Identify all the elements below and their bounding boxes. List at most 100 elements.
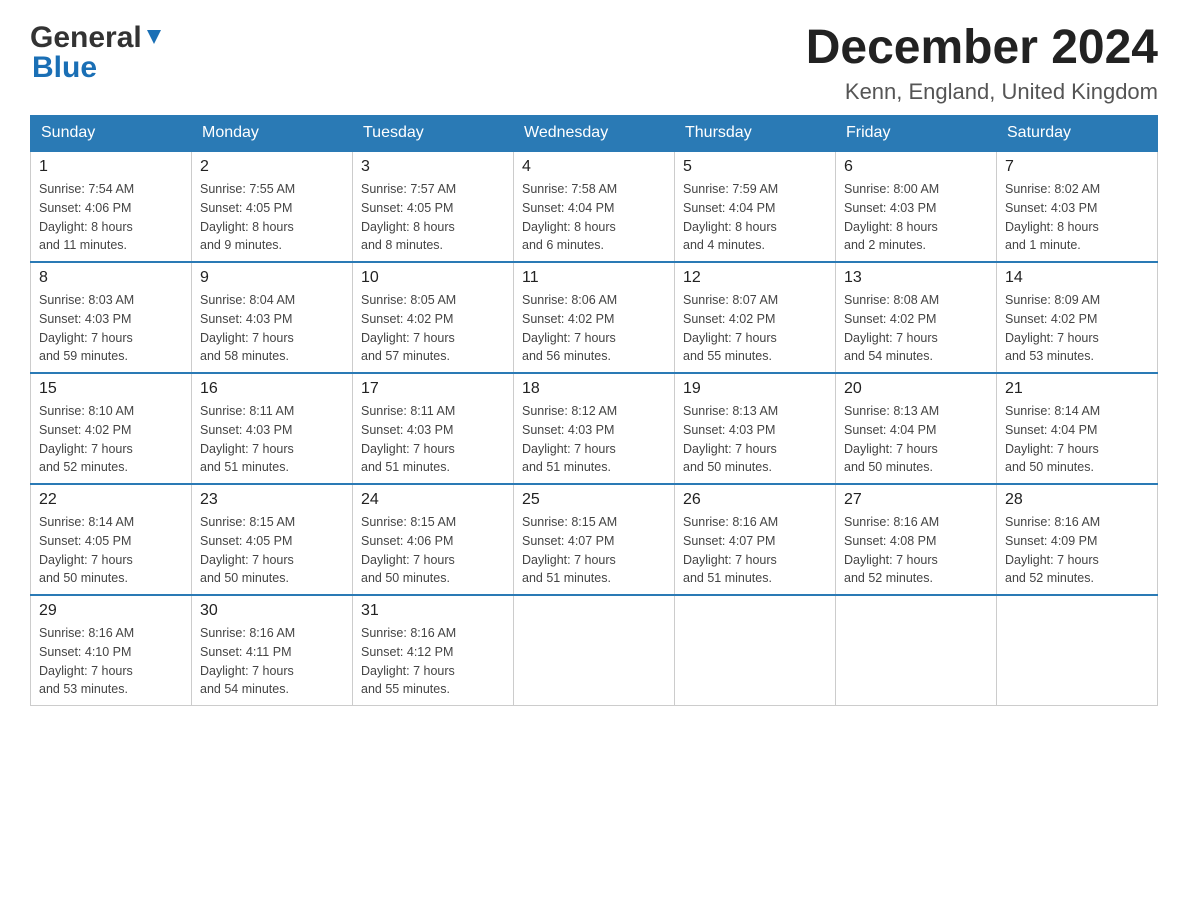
weekday-header-thursday: Thursday: [675, 116, 836, 152]
day-info: Sunrise: 8:10 AM Sunset: 4:02 PM Dayligh…: [39, 402, 183, 477]
empty-cell: [675, 595, 836, 706]
day-number: 9: [200, 269, 344, 287]
day-info: Sunrise: 8:07 AM Sunset: 4:02 PM Dayligh…: [683, 291, 827, 366]
day-number: 26: [683, 491, 827, 509]
day-number: 6: [844, 158, 988, 176]
day-info: Sunrise: 8:14 AM Sunset: 4:04 PM Dayligh…: [1005, 402, 1149, 477]
calendar-day-cell: 1 Sunrise: 7:54 AM Sunset: 4:06 PM Dayli…: [31, 151, 192, 262]
calendar-week-row: 15 Sunrise: 8:10 AM Sunset: 4:02 PM Dayl…: [31, 373, 1158, 484]
day-info: Sunrise: 8:11 AM Sunset: 4:03 PM Dayligh…: [200, 402, 344, 477]
empty-cell: [514, 595, 675, 706]
day-number: 1: [39, 158, 183, 176]
day-number: 5: [683, 158, 827, 176]
day-number: 21: [1005, 380, 1149, 398]
calendar-day-cell: 29 Sunrise: 8:16 AM Sunset: 4:10 PM Dayl…: [31, 595, 192, 706]
calendar-day-cell: 23 Sunrise: 8:15 AM Sunset: 4:05 PM Dayl…: [192, 484, 353, 595]
logo-arrow-icon: [145, 20, 163, 54]
day-number: 20: [844, 380, 988, 398]
day-number: 10: [361, 269, 505, 287]
calendar-day-cell: 9 Sunrise: 8:04 AM Sunset: 4:03 PM Dayli…: [192, 262, 353, 373]
day-number: 23: [200, 491, 344, 509]
day-info: Sunrise: 8:13 AM Sunset: 4:03 PM Dayligh…: [683, 402, 827, 477]
weekday-header-saturday: Saturday: [997, 116, 1158, 152]
day-info: Sunrise: 8:15 AM Sunset: 4:05 PM Dayligh…: [200, 513, 344, 588]
calendar-day-cell: 28 Sunrise: 8:16 AM Sunset: 4:09 PM Dayl…: [997, 484, 1158, 595]
day-info: Sunrise: 7:54 AM Sunset: 4:06 PM Dayligh…: [39, 180, 183, 255]
day-number: 7: [1005, 158, 1149, 176]
day-number: 14: [1005, 269, 1149, 287]
weekday-header-friday: Friday: [836, 116, 997, 152]
day-info: Sunrise: 8:08 AM Sunset: 4:02 PM Dayligh…: [844, 291, 988, 366]
day-info: Sunrise: 7:57 AM Sunset: 4:05 PM Dayligh…: [361, 180, 505, 255]
day-number: 27: [844, 491, 988, 509]
day-info: Sunrise: 8:16 AM Sunset: 4:11 PM Dayligh…: [200, 624, 344, 699]
calendar-day-cell: 5 Sunrise: 7:59 AM Sunset: 4:04 PM Dayli…: [675, 151, 836, 262]
day-number: 16: [200, 380, 344, 398]
calendar-day-cell: 24 Sunrise: 8:15 AM Sunset: 4:06 PM Dayl…: [353, 484, 514, 595]
day-number: 30: [200, 602, 344, 620]
calendar-day-cell: 31 Sunrise: 8:16 AM Sunset: 4:12 PM Dayl…: [353, 595, 514, 706]
calendar-week-row: 22 Sunrise: 8:14 AM Sunset: 4:05 PM Dayl…: [31, 484, 1158, 595]
day-info: Sunrise: 8:02 AM Sunset: 4:03 PM Dayligh…: [1005, 180, 1149, 255]
day-number: 24: [361, 491, 505, 509]
calendar-day-cell: 12 Sunrise: 8:07 AM Sunset: 4:02 PM Dayl…: [675, 262, 836, 373]
day-info: Sunrise: 7:58 AM Sunset: 4:04 PM Dayligh…: [522, 180, 666, 255]
day-number: 2: [200, 158, 344, 176]
day-number: 31: [361, 602, 505, 620]
calendar-day-cell: 3 Sunrise: 7:57 AM Sunset: 4:05 PM Dayli…: [353, 151, 514, 262]
location-subtitle: Kenn, England, United Kingdom: [806, 79, 1158, 105]
day-info: Sunrise: 8:16 AM Sunset: 4:12 PM Dayligh…: [361, 624, 505, 699]
day-number: 28: [1005, 491, 1149, 509]
day-info: Sunrise: 8:16 AM Sunset: 4:09 PM Dayligh…: [1005, 513, 1149, 588]
calendar-day-cell: 7 Sunrise: 8:02 AM Sunset: 4:03 PM Dayli…: [997, 151, 1158, 262]
day-info: Sunrise: 8:15 AM Sunset: 4:06 PM Dayligh…: [361, 513, 505, 588]
day-info: Sunrise: 8:04 AM Sunset: 4:03 PM Dayligh…: [200, 291, 344, 366]
calendar-table: SundayMondayTuesdayWednesdayThursdayFrid…: [30, 115, 1158, 706]
calendar-day-cell: 2 Sunrise: 7:55 AM Sunset: 4:05 PM Dayli…: [192, 151, 353, 262]
day-info: Sunrise: 8:16 AM Sunset: 4:08 PM Dayligh…: [844, 513, 988, 588]
calendar-day-cell: 14 Sunrise: 8:09 AM Sunset: 4:02 PM Dayl…: [997, 262, 1158, 373]
day-info: Sunrise: 8:15 AM Sunset: 4:07 PM Dayligh…: [522, 513, 666, 588]
calendar-day-cell: 8 Sunrise: 8:03 AM Sunset: 4:03 PM Dayli…: [31, 262, 192, 373]
calendar-day-cell: 15 Sunrise: 8:10 AM Sunset: 4:02 PM Dayl…: [31, 373, 192, 484]
calendar-week-row: 8 Sunrise: 8:03 AM Sunset: 4:03 PM Dayli…: [31, 262, 1158, 373]
weekday-header-wednesday: Wednesday: [514, 116, 675, 152]
day-info: Sunrise: 8:00 AM Sunset: 4:03 PM Dayligh…: [844, 180, 988, 255]
calendar-day-cell: 10 Sunrise: 8:05 AM Sunset: 4:02 PM Dayl…: [353, 262, 514, 373]
calendar-day-cell: 4 Sunrise: 7:58 AM Sunset: 4:04 PM Dayli…: [514, 151, 675, 262]
calendar-day-cell: 16 Sunrise: 8:11 AM Sunset: 4:03 PM Dayl…: [192, 373, 353, 484]
day-number: 22: [39, 491, 183, 509]
calendar-day-cell: 19 Sunrise: 8:13 AM Sunset: 4:03 PM Dayl…: [675, 373, 836, 484]
day-number: 12: [683, 269, 827, 287]
calendar-week-row: 29 Sunrise: 8:16 AM Sunset: 4:10 PM Dayl…: [31, 595, 1158, 706]
calendar-day-cell: 30 Sunrise: 8:16 AM Sunset: 4:11 PM Dayl…: [192, 595, 353, 706]
day-info: Sunrise: 8:03 AM Sunset: 4:03 PM Dayligh…: [39, 291, 183, 366]
calendar-day-cell: 6 Sunrise: 8:00 AM Sunset: 4:03 PM Dayli…: [836, 151, 997, 262]
logo-blue-text: Blue: [30, 51, 163, 85]
day-number: 3: [361, 158, 505, 176]
calendar-day-cell: 26 Sunrise: 8:16 AM Sunset: 4:07 PM Dayl…: [675, 484, 836, 595]
empty-cell: [997, 595, 1158, 706]
weekday-header-tuesday: Tuesday: [353, 116, 514, 152]
weekday-header-sunday: Sunday: [31, 116, 192, 152]
weekday-header-monday: Monday: [192, 116, 353, 152]
logo: General Blue: [30, 20, 163, 85]
day-info: Sunrise: 7:55 AM Sunset: 4:05 PM Dayligh…: [200, 180, 344, 255]
day-info: Sunrise: 8:12 AM Sunset: 4:03 PM Dayligh…: [522, 402, 666, 477]
day-info: Sunrise: 8:11 AM Sunset: 4:03 PM Dayligh…: [361, 402, 505, 477]
day-number: 25: [522, 491, 666, 509]
empty-cell: [836, 595, 997, 706]
calendar-day-cell: 11 Sunrise: 8:06 AM Sunset: 4:02 PM Dayl…: [514, 262, 675, 373]
page-header: General Blue December 2024 Kenn, England…: [30, 20, 1158, 105]
day-number: 17: [361, 380, 505, 398]
day-number: 15: [39, 380, 183, 398]
day-number: 18: [522, 380, 666, 398]
calendar-header-row: SundayMondayTuesdayWednesdayThursdayFrid…: [31, 116, 1158, 152]
day-number: 11: [522, 269, 666, 287]
day-info: Sunrise: 8:06 AM Sunset: 4:02 PM Dayligh…: [522, 291, 666, 366]
calendar-week-row: 1 Sunrise: 7:54 AM Sunset: 4:06 PM Dayli…: [31, 151, 1158, 262]
day-number: 13: [844, 269, 988, 287]
month-year-title: December 2024: [806, 20, 1158, 75]
calendar-day-cell: 25 Sunrise: 8:15 AM Sunset: 4:07 PM Dayl…: [514, 484, 675, 595]
calendar-day-cell: 27 Sunrise: 8:16 AM Sunset: 4:08 PM Dayl…: [836, 484, 997, 595]
